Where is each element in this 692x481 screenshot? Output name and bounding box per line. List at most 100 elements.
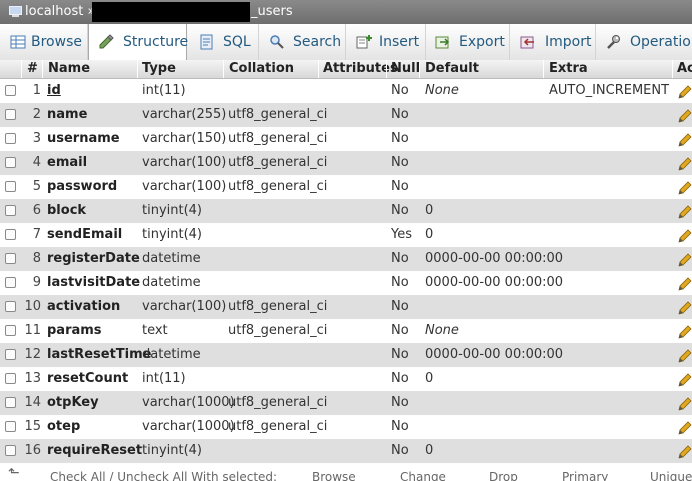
column-name-link[interactable]: otep bbox=[47, 415, 80, 439]
import-icon bbox=[520, 36, 534, 49]
edit-pencil-icon[interactable] bbox=[678, 205, 692, 219]
row-checkbox[interactable] bbox=[5, 445, 16, 456]
check-all-link[interactable]: Check All / Uncheck All With selected: bbox=[50, 470, 277, 481]
column-name-link[interactable]: email bbox=[47, 151, 87, 175]
col-name-header[interactable]: Name bbox=[48, 60, 90, 78]
col-extra-header[interactable]: Extra bbox=[549, 60, 588, 78]
row-checkbox[interactable] bbox=[5, 253, 16, 264]
edit-pencil-icon[interactable] bbox=[678, 421, 692, 435]
column-type: varchar(1000) bbox=[142, 419, 235, 434]
edit-pencil-icon[interactable] bbox=[678, 181, 692, 195]
row-number: 16 bbox=[24, 443, 41, 458]
table-row: 11 params text utf8_general_ci No None bbox=[0, 319, 692, 343]
col-type-header[interactable]: Type bbox=[142, 60, 176, 78]
column-null: No bbox=[391, 203, 409, 218]
column-name-link[interactable]: sendEmail bbox=[47, 223, 122, 247]
tab-insert[interactable]: Insert bbox=[346, 24, 426, 60]
edit-pencil-icon[interactable] bbox=[678, 109, 692, 123]
row-checkbox[interactable] bbox=[5, 181, 16, 192]
row-checkbox[interactable] bbox=[5, 229, 16, 240]
edit-pencil-icon[interactable] bbox=[678, 301, 692, 315]
row-checkbox[interactable] bbox=[5, 397, 16, 408]
edit-pencil-icon[interactable] bbox=[678, 229, 692, 243]
select-arrow-icon: ⬑ bbox=[8, 467, 20, 481]
row-number: 2 bbox=[32, 107, 41, 122]
column-null: No bbox=[391, 299, 409, 314]
tab-sql[interactable]: SQL bbox=[187, 24, 259, 60]
column-collation: utf8_general_ci bbox=[228, 419, 328, 434]
row-checkbox[interactable] bbox=[5, 277, 16, 288]
column-name-link[interactable]: username bbox=[47, 127, 120, 151]
bulk-unique-button[interactable]: Unique bbox=[650, 470, 692, 481]
row-number: 11 bbox=[24, 323, 41, 338]
edit-pencil-icon[interactable] bbox=[678, 133, 692, 147]
tab-import-label: Import bbox=[545, 34, 592, 50]
column-null: No bbox=[391, 275, 409, 290]
edit-pencil-icon[interactable] bbox=[678, 253, 692, 267]
tab-structure[interactable]: Structure bbox=[88, 24, 188, 61]
col-null-header[interactable]: Null bbox=[391, 60, 420, 78]
edit-pencil-icon[interactable] bbox=[678, 157, 692, 171]
row-checkbox[interactable] bbox=[5, 421, 16, 432]
breadcrumb-table[interactable]: _users bbox=[251, 0, 293, 24]
row-checkbox[interactable] bbox=[5, 301, 16, 312]
table-row: 4 email varchar(100) utf8_general_ci No bbox=[0, 151, 692, 175]
edit-pencil-icon[interactable] bbox=[678, 85, 692, 99]
column-name-link[interactable]: registerDate bbox=[47, 247, 140, 271]
column-name-link[interactable]: block bbox=[47, 199, 86, 223]
column-name-link[interactable]: lastResetTime bbox=[47, 343, 151, 367]
row-checkbox[interactable] bbox=[5, 349, 16, 360]
tab-export-label: Export bbox=[459, 34, 505, 50]
bulk-primary-button[interactable]: Primary bbox=[562, 470, 608, 481]
row-checkbox[interactable] bbox=[5, 133, 16, 144]
tab-sql-label: SQL bbox=[223, 34, 251, 50]
tab-operations[interactable]: Operation bbox=[596, 24, 692, 60]
tab-import[interactable]: Import bbox=[510, 24, 596, 60]
column-null: No bbox=[391, 131, 409, 146]
column-name-link[interactable]: params bbox=[47, 319, 102, 343]
row-checkbox[interactable] bbox=[5, 109, 16, 120]
edit-pencil-icon[interactable] bbox=[678, 277, 692, 291]
column-name-link[interactable]: lastvisitDate bbox=[47, 271, 140, 295]
column-null: No bbox=[391, 395, 409, 410]
column-name-link[interactable]: password bbox=[47, 175, 117, 199]
tab-browse-label: Browse bbox=[31, 34, 82, 50]
col-default-header[interactable]: Default bbox=[425, 60, 479, 78]
bulk-drop-button[interactable]: Drop bbox=[489, 470, 518, 481]
column-name-link[interactable]: id bbox=[47, 79, 61, 103]
row-checkbox[interactable] bbox=[5, 205, 16, 216]
column-default: None bbox=[425, 83, 459, 98]
row-checkbox[interactable] bbox=[5, 373, 16, 384]
breadcrumb-server[interactable]: localhost » bbox=[25, 0, 95, 24]
column-default: 0 bbox=[425, 371, 434, 386]
row-checkbox[interactable] bbox=[5, 85, 16, 96]
edit-pencil-icon[interactable] bbox=[678, 373, 692, 387]
insert-icon bbox=[356, 35, 372, 49]
column-name-link[interactable]: activation bbox=[47, 295, 120, 319]
row-checkbox[interactable] bbox=[5, 325, 16, 336]
edit-pencil-icon[interactable] bbox=[678, 325, 692, 339]
edit-pencil-icon[interactable] bbox=[678, 349, 692, 363]
bulk-change-button[interactable]: Change bbox=[400, 470, 446, 481]
column-collation: utf8_general_ci bbox=[228, 323, 328, 338]
server-icon bbox=[9, 6, 22, 17]
tab-search[interactable]: Search bbox=[259, 24, 346, 60]
edit-pencil-icon[interactable] bbox=[678, 397, 692, 411]
column-type: datetime bbox=[142, 275, 201, 290]
tab-export[interactable]: Export bbox=[426, 24, 510, 60]
edit-pencil-icon[interactable] bbox=[678, 445, 692, 459]
tab-browse[interactable]: Browse bbox=[0, 24, 88, 60]
col-num-header: # bbox=[27, 61, 38, 76]
bulk-browse-button[interactable]: Browse bbox=[312, 470, 356, 481]
column-name-link[interactable]: resetCount bbox=[47, 367, 128, 391]
column-name-link[interactable]: requireReset bbox=[47, 439, 142, 463]
row-checkbox[interactable] bbox=[5, 157, 16, 168]
column-name-link[interactable]: name bbox=[47, 103, 87, 127]
column-null: No bbox=[391, 323, 409, 338]
column-type: tinyint(4) bbox=[142, 227, 203, 242]
col-collation-header[interactable]: Collation bbox=[229, 60, 294, 78]
structure-icon bbox=[99, 34, 114, 49]
column-default: 0000-00-00 00:00:00 bbox=[425, 251, 564, 266]
column-name-link[interactable]: otpKey bbox=[47, 391, 99, 415]
column-default: 0000-00-00 00:00:00 bbox=[425, 275, 564, 290]
